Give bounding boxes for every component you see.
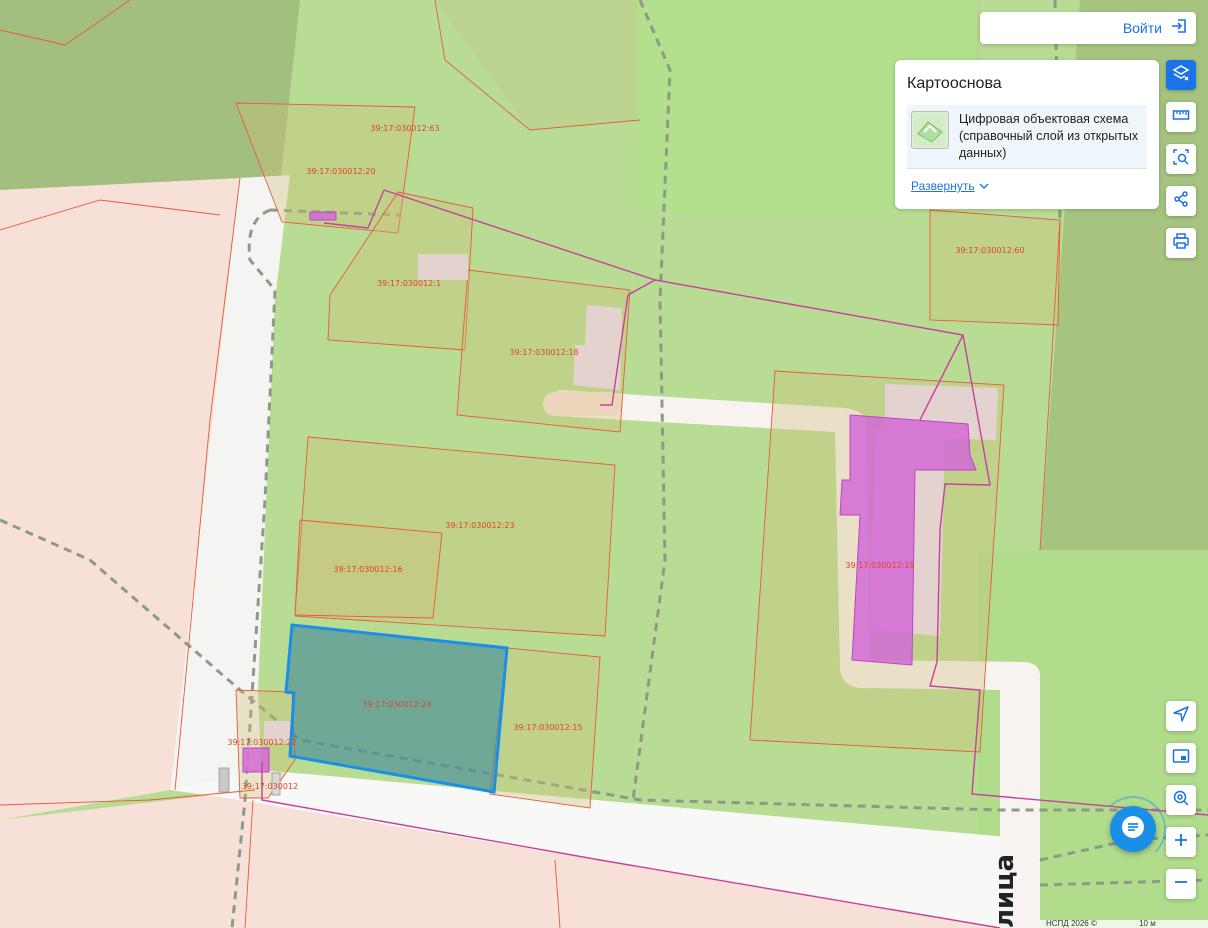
login-label: Войти [1122,20,1162,36]
parcel-label: 39:17:030012:22 [227,738,296,747]
copyright: НСПД 2026 © 10 м [1040,920,1208,928]
parcel-label: 39:17:030012 [242,782,298,791]
panel-title: Картооснова [907,75,1002,92]
basemap-panel: Картооснова Цифровая объектовая схема (с… [895,60,1159,209]
scale-text: 10 м [1139,919,1156,928]
parcel-label: 39:17:030012:19 [845,561,914,570]
share-button[interactable] [1166,186,1196,216]
chat-button[interactable] [1110,806,1156,852]
locate-icon [1172,705,1190,728]
zoom-out-icon [1173,874,1189,895]
parcel-label: 39:17:030012:1 [377,279,441,288]
forest-area [0,0,300,190]
locate-button[interactable] [1166,701,1196,731]
parcel-label: 39:17:030012:15 [513,723,582,732]
geo-search-button[interactable] [1166,785,1196,815]
expand-link[interactable]: Развернуть [911,179,989,193]
layers-button[interactable] [1166,60,1196,90]
share-icon [1172,190,1190,213]
zoom-in-button[interactable] [1166,827,1196,857]
parcel-label: 39:17:030012:16 [333,565,402,574]
login-button[interactable]: Войти [980,12,1196,44]
parcel-label: 39:17:030012:18 [509,348,578,357]
minimap-button[interactable] [1166,743,1196,773]
expand-label: Развернуть [911,179,975,193]
geo-search-icon [1172,789,1190,812]
layer-name: Цифровая объектовая схема (справочный сл… [959,112,1139,160]
chevron-down-icon [979,179,989,193]
parcel-label: 39:17:030012:63 [370,124,439,133]
layers-icon [1172,64,1190,87]
layer-item[interactable]: Цифровая объектовая схема (справочный сл… [907,105,1147,169]
street-label: лица [990,854,1020,928]
layer-thumbnail [911,111,949,149]
copyright-text: НСПД 2026 © [1046,919,1097,928]
print-button[interactable] [1166,228,1196,258]
login-icon [1170,17,1188,40]
parcel-label: 39:17:030012:20 [306,167,375,176]
zoom-out-button[interactable] [1166,869,1196,899]
parcel-label: 39:17:030012:23 [445,521,514,530]
print-icon [1172,232,1190,255]
minimap-icon [1172,747,1190,770]
zoom-in-icon [1173,832,1189,853]
ruler-button[interactable] [1166,102,1196,132]
parcel-label: 39:17:030012:60 [955,246,1024,255]
parcel-label: 39:17:030012:24 [362,700,431,709]
chat-icon [1120,814,1146,845]
area-select-icon [1172,148,1190,171]
area-select-button[interactable] [1166,144,1196,174]
ruler-icon [1172,106,1190,129]
